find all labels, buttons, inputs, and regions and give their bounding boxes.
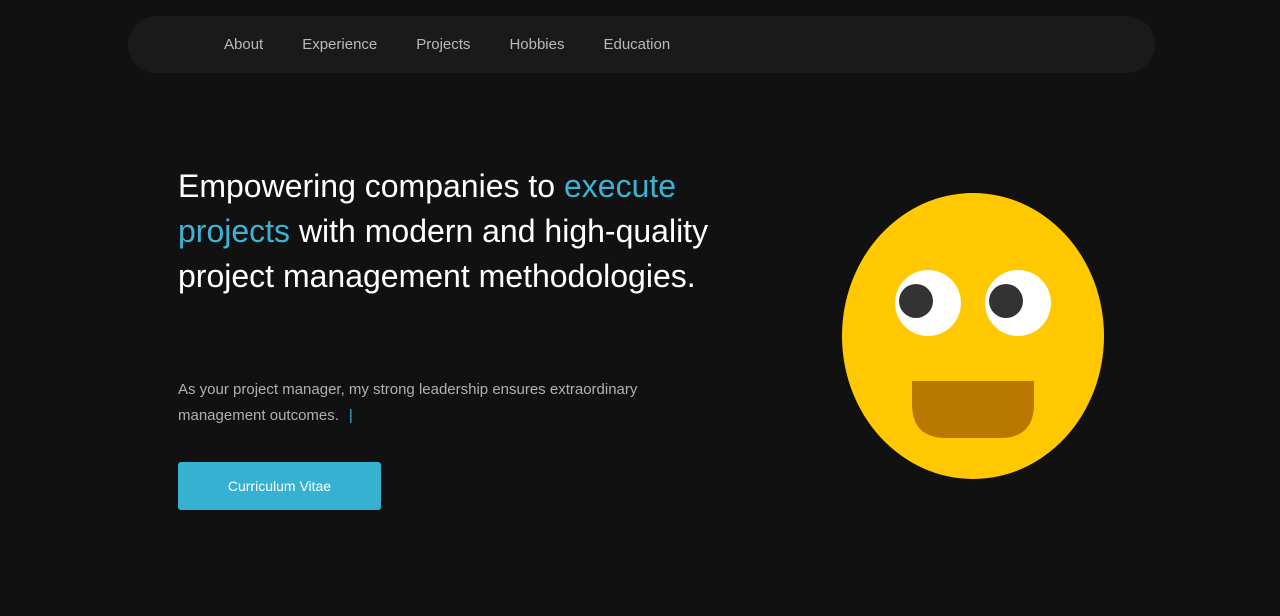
smiley-face-icon [842, 193, 1104, 479]
typing-cursor: | [348, 407, 353, 424]
nav-link-education[interactable]: Education [603, 36, 670, 53]
top-navigation: About Experience Projects Hobbies Educat… [128, 16, 1155, 73]
hero-subtitle: As your project manager, my strong leade… [178, 377, 678, 429]
right-pupil [989, 284, 1023, 318]
left-pupil [899, 284, 933, 318]
hero-title-part1: Empowering companies to [178, 168, 564, 204]
nav-link-hobbies[interactable]: Hobbies [509, 36, 564, 53]
hero-title: Empowering companies to execute projects… [178, 164, 738, 299]
nav-link-projects[interactable]: Projects [416, 36, 470, 53]
curriculum-vitae-button[interactable]: Curriculum Vitae [178, 462, 381, 510]
nav-link-about[interactable]: About [224, 36, 263, 53]
hero-subtitle-text: As your project manager, my strong leade… [178, 381, 638, 424]
mouth [912, 381, 1034, 438]
nav-link-experience[interactable]: Experience [302, 36, 377, 53]
